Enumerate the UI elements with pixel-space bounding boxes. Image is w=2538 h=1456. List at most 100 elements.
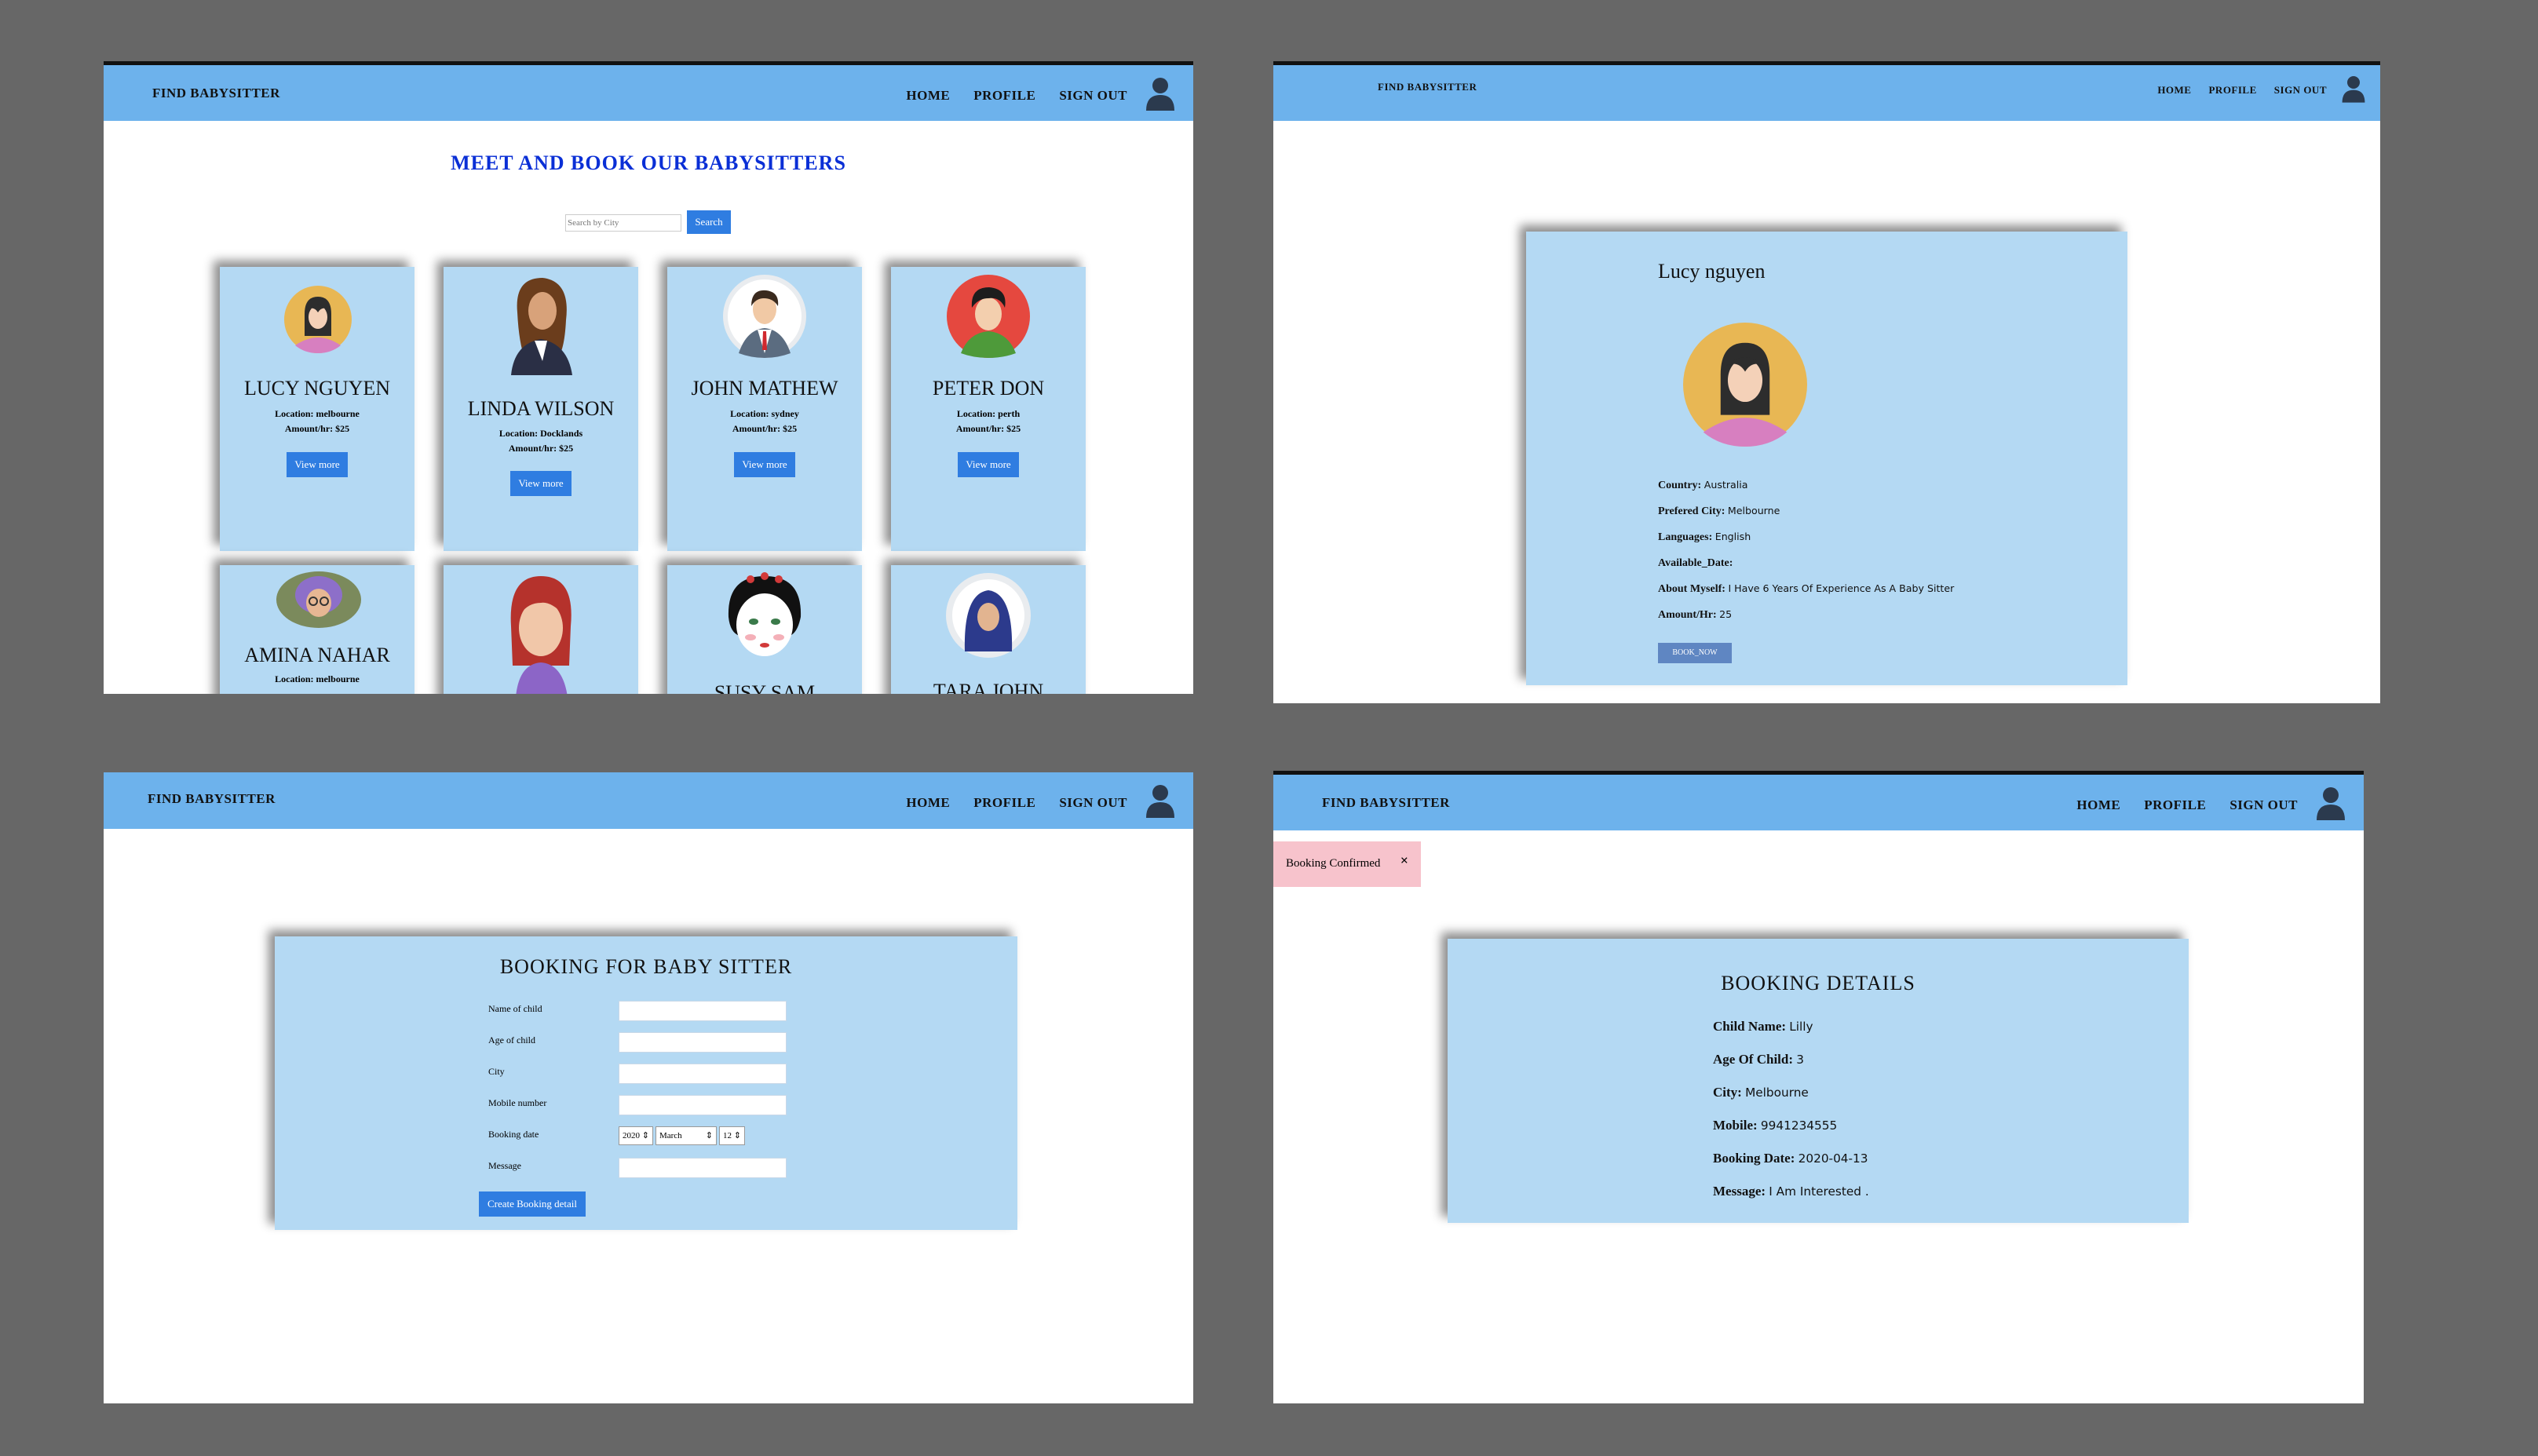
book-now-button[interactable]: BOOK_NOW [1658,643,1732,663]
avatar [284,286,352,357]
child-age-input[interactable] [619,1032,787,1053]
profile-row: Amount/Hr: 25 [1658,608,1733,621]
card-location: Location: melbourne [275,673,360,684]
nav-profile[interactable]: PROFILE [973,88,1035,104]
babysitter-card: LINDA WILSON Location: Docklands Amount/… [444,267,638,551]
card-location: Location: melbourne [275,408,360,419]
avatar [947,275,1030,362]
detail-row: Child Name: Lilly [1713,1019,1813,1034]
avatar [502,273,580,379]
search-button[interactable]: Search [687,210,731,234]
home-panel: FIND BABYSITTER HOME PROFILE SIGN OUT ME… [104,61,1193,694]
card-amount: Amount/hr: $25 [508,443,574,454]
profile-card: Lucy nguyen Country: Australia Prefered … [1526,232,2127,685]
avatar [719,570,810,673]
nav-home[interactable]: HOME [2157,84,2191,97]
card-amount: Amount/hr: $25 [955,423,1021,434]
year-select[interactable]: 2020 ⇕ [619,1126,653,1145]
babysitter-card: TARA JOHN [891,565,1086,694]
nav-signout[interactable]: SIGN OUT [2274,84,2327,97]
nav-home[interactable]: HOME [2076,797,2120,813]
view-more-button[interactable]: View more [510,471,572,496]
child-name-input[interactable] [619,1001,787,1021]
booking-date-selects: 2020 ⇕ March ⇕ 12 ⇕ [619,1126,745,1145]
card-name: JOHN MATHEW [691,377,838,400]
alert-text: Booking Confirmed [1286,857,1381,870]
detail-row: Mobile: 9941234555 [1713,1118,1838,1133]
details-panel: FIND BABYSITTER HOME PROFILE SIGN OUT Bo… [1273,771,2364,1403]
user-icon[interactable] [2341,75,2366,106]
babysitter-card [444,565,638,694]
user-icon[interactable] [2315,786,2346,824]
card-name: SUSY SAM [714,681,816,694]
brand-link[interactable]: FIND BABYSITTER [152,86,280,101]
field-label: Name of child [488,1003,542,1014]
field-label: City [488,1066,505,1077]
profile-avatar [1683,323,1807,451]
brand-link[interactable]: FIND BABYSITTER [1378,81,1477,93]
mobile-input[interactable] [619,1095,787,1115]
profile-row: About Myself: I Have 6 Years Of Experien… [1658,582,1955,595]
page-title: MEET AND BOOK OUR BABYSITTERS [451,151,846,174]
navbar: FIND BABYSITTER HOME PROFILE SIGN OUT [1273,771,2364,830]
detail-row: City: Melbourne [1713,1085,1809,1100]
field-label: Message [488,1160,521,1171]
nav-home[interactable]: HOME [906,795,950,811]
nav-profile[interactable]: PROFILE [2208,84,2256,97]
city-input[interactable] [619,1064,787,1084]
card-amount: Amount/hr: $25 [732,423,798,434]
view-more-button[interactable]: View more [734,452,795,477]
field-label: Booking date [488,1129,539,1140]
booking-form-card: BOOKING FOR BABY SITTER Name of child Ag… [275,936,1017,1230]
card-name: LINDA WILSON [467,397,615,420]
babysitter-card: SUSY SAM [667,565,862,694]
babysitter-card: JOHN MATHEW Location: sydney Amount/hr: … [667,267,862,551]
navbar: FIND BABYSITTER HOME PROFILE SIGN OUT [104,772,1193,829]
card-location: Location: Docklands [498,428,583,439]
babysitter-card: LUCY NGUYEN Location: melbourne Amount/h… [220,267,414,551]
nav-signout[interactable]: SIGN OUT [1059,88,1127,104]
avatar [723,275,806,362]
profile-row: Available_Date: [1658,557,1733,569]
card-location: Location: sydney [730,408,799,419]
card-name: TARA JOHN [933,680,1044,694]
view-more-button[interactable]: View more [958,452,1019,477]
babysitter-card: AMINA NAHAR Location: melbourne [220,565,414,694]
nav-home[interactable]: HOME [906,88,950,104]
nav-profile[interactable]: PROFILE [973,795,1035,811]
form-title: BOOKING FOR BABY SITTER [499,955,793,978]
view-more-button[interactable]: View more [287,452,348,477]
field-label: Mobile number [488,1097,547,1108]
avatar [276,571,361,632]
create-booking-button[interactable]: Create Booking detail [479,1191,586,1217]
card-location: Location: perth [956,408,1021,419]
booking-confirmed-alert: Booking Confirmed × [1273,841,1421,887]
field-label: Age of child [488,1035,535,1045]
nav-signout[interactable]: SIGN OUT [2229,797,2298,813]
card-name: PETER DON [932,377,1045,400]
search-input[interactable] [565,214,681,232]
navbar: FIND BABYSITTER HOME PROFILE SIGN OUT [1273,61,2380,121]
avatar [500,571,582,694]
navbar: FIND BABYSITTER HOME PROFILE SIGN OUT [104,61,1193,121]
booking-panel: FIND BABYSITTER HOME PROFILE SIGN OUT BO… [104,772,1193,1403]
detail-row: Booking Date: 2020-04-13 [1713,1151,1868,1166]
brand-link[interactable]: FIND BABYSITTER [148,791,276,807]
month-select[interactable]: March ⇕ [655,1126,717,1145]
detail-row: Age Of Child: 3 [1713,1052,1804,1067]
babysitter-card: PETER DON Location: perth Amount/hr: $25… [891,267,1086,551]
brand-link[interactable]: FIND BABYSITTER [1322,795,1450,811]
profile-row: Prefered City: Melbourne [1658,505,1780,517]
day-select[interactable]: 12 ⇕ [718,1126,745,1145]
avatar [946,573,1031,662]
profile-panel: FIND BABYSITTER HOME PROFILE SIGN OUT Lu… [1273,61,2380,703]
details-title: BOOKING DETAILS [1721,972,1915,994]
close-icon[interactable]: × [1400,852,1408,869]
user-icon[interactable] [1145,783,1176,822]
card-amount: Amount/hr: $25 [284,423,350,434]
nav-profile[interactable]: PROFILE [2144,797,2206,813]
profile-row: Languages: English [1658,531,1751,543]
nav-signout[interactable]: SIGN OUT [1059,795,1127,811]
message-input[interactable] [619,1158,787,1178]
user-icon[interactable] [1145,76,1176,115]
